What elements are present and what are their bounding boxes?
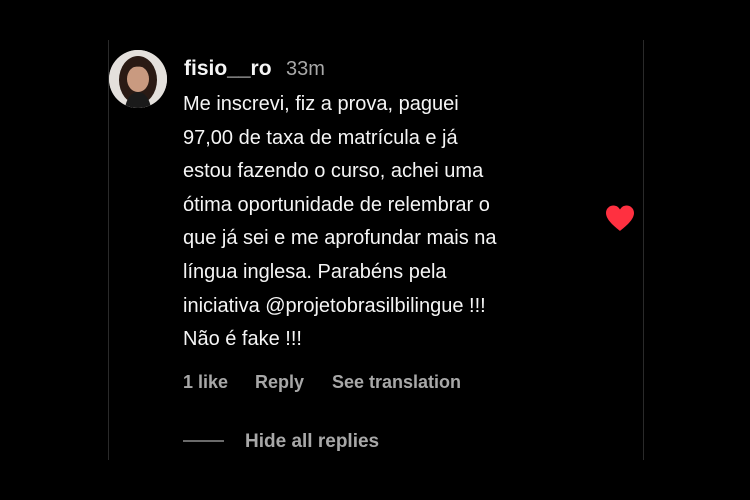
avatar-image [109,50,167,108]
likes-count-link[interactable]: 1 like [183,370,228,394]
comment-text-line: 97,00 de taxa de matrícula e já [183,126,458,149]
comment-text-line: Não é fake !!! [183,328,302,351]
reply-button[interactable]: Reply [255,370,304,394]
comment-timestamp: 33m [286,58,325,80]
comment-text-line: língua inglesa. Parabéns pela [183,260,447,283]
comment-text-line: que já sei e me aprofundar mais na [183,227,497,250]
comment-text-line: Me inscrevi, fiz a prova, paguei [183,93,459,115]
comment-username[interactable]: fisio__ro [184,56,272,82]
hide-replies-button[interactable]: Hide all replies [245,430,379,454]
comment-text-line: ótima oportunidade de relembrar o [183,193,490,216]
see-translation-button[interactable]: See translation [332,370,461,394]
avatar[interactable] [109,50,167,108]
comment-text: Me inscrevi, fiz a prova, paguei 97,00 d… [183,88,603,357]
comment-text-line: estou fazendo o curso, achei uma [183,160,484,183]
replies-divider [183,440,224,442]
like-heart-icon[interactable] [604,204,636,232]
comment-text-line: iniciativa @projetobrasilbilingue !!! [183,294,486,317]
